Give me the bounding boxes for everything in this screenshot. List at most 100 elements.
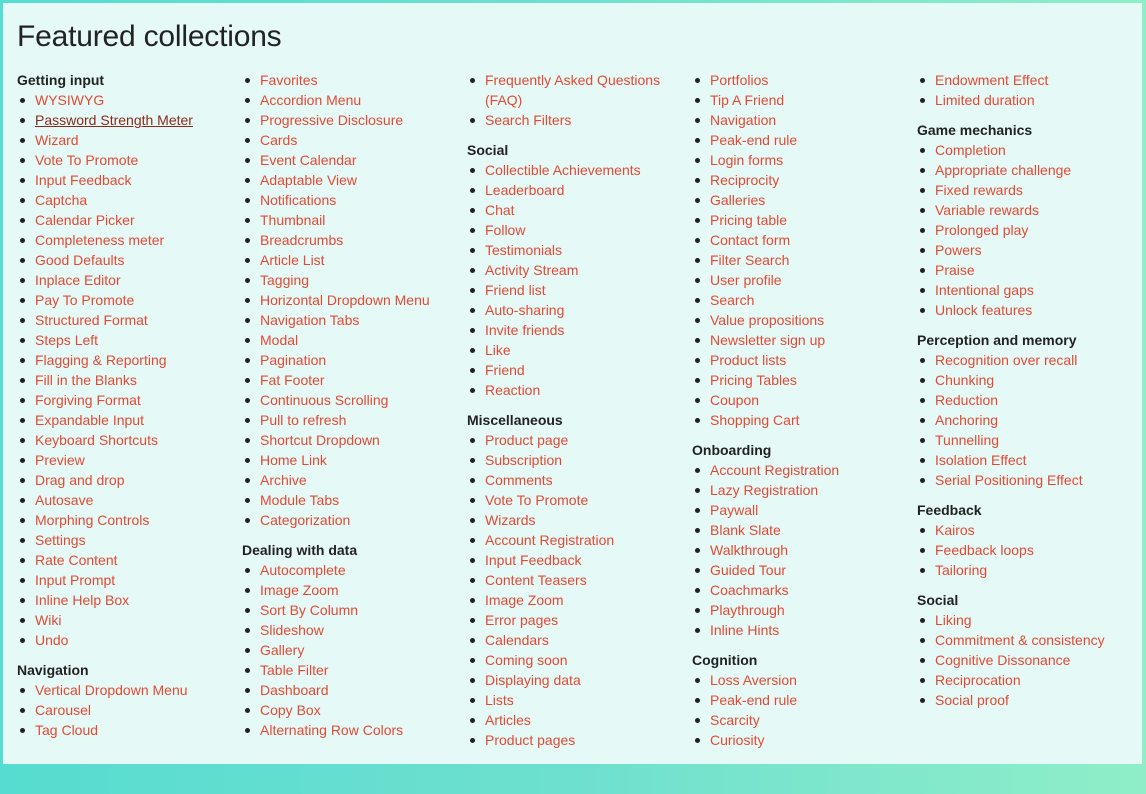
link-unlock-features[interactable]: Unlock features [935,302,1032,318]
link-alternating-row-colors[interactable]: Alternating Row Colors [260,722,403,738]
link-variable-rewards[interactable]: Variable rewards [935,202,1039,218]
link-social-proof[interactable]: Social proof [935,692,1009,708]
link-password-strength-meter[interactable]: Password Strength Meter [35,112,193,128]
link-guided-tour[interactable]: Guided Tour [710,562,786,578]
link-expandable-input[interactable]: Expandable Input [35,412,144,428]
link-captcha[interactable]: Captcha [35,192,87,208]
link-morphing-controls[interactable]: Morphing Controls [35,512,149,528]
link-scarcity[interactable]: Scarcity [710,712,760,728]
link-thumbnail[interactable]: Thumbnail [260,212,325,228]
link-drag-and-drop[interactable]: Drag and drop [35,472,125,488]
link-content-teasers[interactable]: Content Teasers [485,572,587,588]
link-completion[interactable]: Completion [935,142,1006,158]
link-gallery[interactable]: Gallery [260,642,304,658]
link-pricing-tables[interactable]: Pricing Tables [710,372,797,388]
link-blank-slate[interactable]: Blank Slate [710,522,781,538]
link-product-pages[interactable]: Product pages [485,732,575,748]
link-product-lists[interactable]: Product lists [710,352,786,368]
link-like[interactable]: Like [485,342,511,358]
link-prolonged-play[interactable]: Prolonged play [935,222,1028,238]
link-home-link[interactable]: Home Link [260,452,327,468]
link-account-registration[interactable]: Account Registration [710,462,839,478]
link-adaptable-view[interactable]: Adaptable View [260,172,357,188]
link-newsletter-sign-up[interactable]: Newsletter sign up [710,332,825,348]
link-portfolios[interactable]: Portfolios [710,72,768,88]
link-anchoring[interactable]: Anchoring [935,412,998,428]
link-modal[interactable]: Modal [260,332,298,348]
link-fat-footer[interactable]: Fat Footer [260,372,325,388]
link-breadcrumbs[interactable]: Breadcrumbs [260,232,343,248]
link-account-registration[interactable]: Account Registration [485,532,614,548]
link-categorization[interactable]: Categorization [260,512,350,528]
link-navigation[interactable]: Navigation [710,112,776,128]
link-image-zoom[interactable]: Image Zoom [485,592,564,608]
link-inline-help-box[interactable]: Inline Help Box [35,592,129,608]
link-value-propositions[interactable]: Value propositions [710,312,824,328]
link-pull-to-refresh[interactable]: Pull to refresh [260,412,346,428]
link-loss-aversion[interactable]: Loss Aversion [710,672,797,688]
link-archive[interactable]: Archive [260,472,307,488]
link-wiki[interactable]: Wiki [35,612,61,628]
link-event-calendar[interactable]: Event Calendar [260,152,357,168]
link-good-defaults[interactable]: Good Defaults [35,252,125,268]
link-search-filters[interactable]: Search Filters [485,112,571,128]
link-copy-box[interactable]: Copy Box [260,702,321,718]
link-praise[interactable]: Praise [935,262,975,278]
link-activity-stream[interactable]: Activity Stream [485,262,578,278]
link-contact-form[interactable]: Contact form [710,232,790,248]
link-tailoring[interactable]: Tailoring [935,562,987,578]
link-sort-by-column[interactable]: Sort By Column [260,602,358,618]
link-isolation-effect[interactable]: Isolation Effect [935,452,1027,468]
link-filter-search[interactable]: Filter Search [710,252,789,268]
link-steps-left[interactable]: Steps Left [35,332,98,348]
link-preview[interactable]: Preview [35,452,85,468]
link-leaderboard[interactable]: Leaderboard [485,182,564,198]
link-favorites[interactable]: Favorites [260,72,318,88]
link-vote-to-promote[interactable]: Vote To Promote [485,492,588,508]
link-coming-soon[interactable]: Coming soon [485,652,568,668]
link-horizontal-dropdown-menu[interactable]: Horizontal Dropdown Menu [260,292,430,308]
link-input-feedback[interactable]: Input Feedback [35,172,132,188]
link-notifications[interactable]: Notifications [260,192,336,208]
link-article-list[interactable]: Article List [260,252,325,268]
link-auto-sharing[interactable]: Auto-sharing [485,302,564,318]
link-chunking[interactable]: Chunking [935,372,994,388]
link-keyboard-shortcuts[interactable]: Keyboard Shortcuts [35,432,158,448]
link-undo[interactable]: Undo [35,632,68,648]
link-tip-a-friend[interactable]: Tip A Friend [710,92,784,108]
link-reciprocation[interactable]: Reciprocation [935,672,1021,688]
link-frequently-asked-questions-faq[interactable]: Frequently Asked Questions (FAQ) [485,72,660,108]
link-galleries[interactable]: Galleries [710,192,765,208]
link-autosave[interactable]: Autosave [35,492,93,508]
link-wizards[interactable]: Wizards [485,512,536,528]
link-peak-end-rule[interactable]: Peak-end rule [710,132,797,148]
link-friend[interactable]: Friend [485,362,525,378]
link-powers[interactable]: Powers [935,242,982,258]
link-feedback-loops[interactable]: Feedback loops [935,542,1034,558]
link-input-feedback[interactable]: Input Feedback [485,552,582,568]
link-serial-positioning-effect[interactable]: Serial Positioning Effect [935,472,1083,488]
link-reaction[interactable]: Reaction [485,382,540,398]
link-testimonials[interactable]: Testimonials [485,242,562,258]
link-chat[interactable]: Chat [485,202,515,218]
link-cards[interactable]: Cards [260,132,297,148]
link-search[interactable]: Search [710,292,754,308]
link-fixed-rewards[interactable]: Fixed rewards [935,182,1023,198]
link-follow[interactable]: Follow [485,222,525,238]
link-paywall[interactable]: Paywall [710,502,758,518]
link-cognitive-dissonance[interactable]: Cognitive Dissonance [935,652,1070,668]
link-fill-in-the-blanks[interactable]: Fill in the Blanks [35,372,137,388]
link-calendar-picker[interactable]: Calendar Picker [35,212,135,228]
link-accordion-menu[interactable]: Accordion Menu [260,92,361,108]
link-autocomplete[interactable]: Autocomplete [260,562,346,578]
link-pagination[interactable]: Pagination [260,352,326,368]
link-rate-content[interactable]: Rate Content [35,552,118,568]
link-flagging-and-reporting[interactable]: Flagging & Reporting [35,352,167,368]
link-vertical-dropdown-menu[interactable]: Vertical Dropdown Menu [35,682,188,698]
link-curiosity[interactable]: Curiosity [710,732,764,748]
link-continuous-scrolling[interactable]: Continuous Scrolling [260,392,388,408]
link-commitment-and-consistency[interactable]: Commitment & consistency [935,632,1105,648]
link-inplace-editor[interactable]: Inplace Editor [35,272,121,288]
link-shopping-cart[interactable]: Shopping Cart [710,412,800,428]
link-slideshow[interactable]: Slideshow [260,622,324,638]
